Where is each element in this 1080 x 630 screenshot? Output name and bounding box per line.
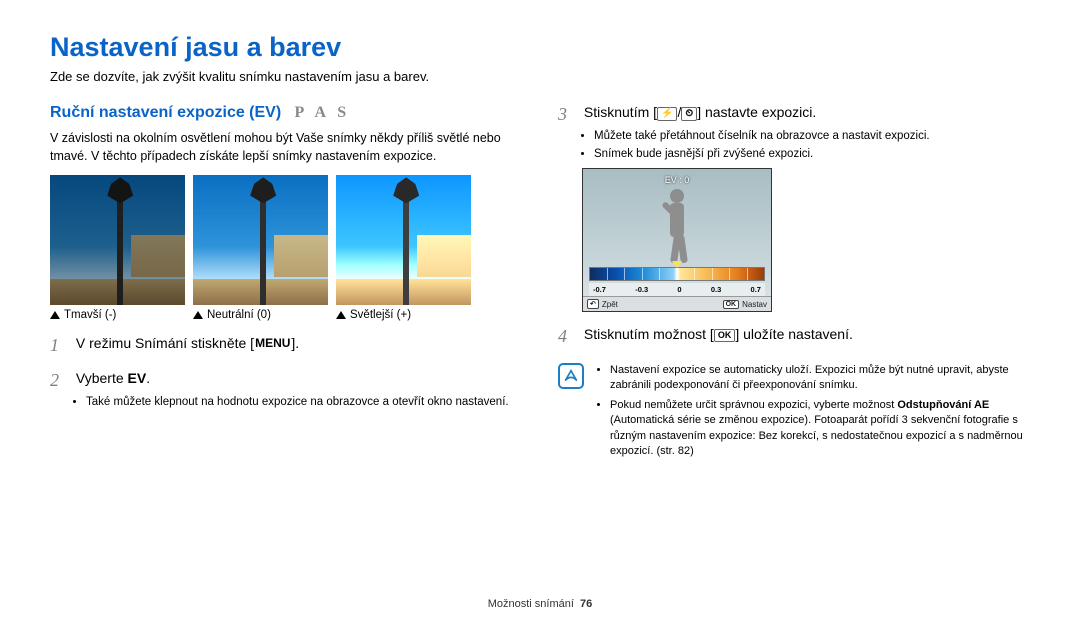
- note-item: Pokud nemůžete určit správnou expozici, …: [610, 398, 1030, 460]
- thumb-image: [193, 175, 328, 305]
- note-icon: [558, 363, 584, 389]
- ev-value-label: EV : 0: [583, 175, 771, 185]
- subhead-text: Ruční nastavení expozice (EV): [50, 104, 281, 121]
- back-group: ↶ Zpět: [587, 299, 618, 309]
- step4-pre: Stisknutím možnost [: [584, 326, 714, 342]
- ok-key-icon-inline: OK: [714, 329, 736, 342]
- tick-val: 0.7: [751, 285, 761, 294]
- step2-bold: EV: [128, 370, 147, 386]
- step1-pre: V režimu Snímání stiskněte [: [76, 335, 254, 351]
- bullet-item: Snímek bude jasnější při zvýšené expozic…: [594, 147, 1030, 163]
- ok-group: OK Nastav: [723, 299, 767, 309]
- thumb-image: [50, 175, 185, 305]
- section-description: V závislosti na okolním osvětlení mohou …: [50, 130, 522, 165]
- back-label: Zpět: [602, 300, 618, 309]
- step-number: 4: [558, 326, 580, 347]
- step-number: 1: [50, 335, 72, 356]
- section-subhead: Ruční nastavení expozice (EV) P A S: [50, 104, 522, 122]
- step3-pre: Stisknutím [: [584, 104, 657, 120]
- step-2-notes: Také můžete klepnout na hodnotu expozice…: [86, 395, 522, 411]
- camera-screen-mock: EV : 0 -0.7 -0.3 0 0.3 0.7 ↶ Zpět: [582, 168, 772, 312]
- note2a: Pokud nemůžete určit správnou expozici, …: [610, 399, 897, 411]
- step-text: Stisknutím [⚡/⏲] nastavte expozici.: [584, 104, 816, 120]
- step-4: 4 Stisknutím možnost [OK] uložíte nastav…: [558, 326, 1030, 347]
- step2-pre: Vyberte: [76, 370, 128, 386]
- triangle-up-icon: [336, 311, 346, 319]
- page-title: Nastavení jasu a barev: [50, 32, 1030, 63]
- footer-section: Možnosti snímání: [488, 598, 574, 610]
- caption-text: Tmavší (-): [64, 309, 116, 321]
- bullet-item: Můžete také přetáhnout číselník na obraz…: [594, 129, 1030, 145]
- note2bold: Odstupňování AE: [897, 399, 989, 411]
- back-arrow-icon: ↶: [587, 299, 599, 309]
- triangle-up-icon: [193, 311, 203, 319]
- note-list: Nastavení expozice se automaticky uloží.…: [594, 363, 1030, 463]
- left-column: Ruční nastavení expozice (EV) P A S V zá…: [50, 104, 522, 463]
- menu-key-icon: MENU: [254, 337, 291, 349]
- step-2: 2 Vyberte EV.: [50, 370, 522, 391]
- silhouette-icon: [654, 189, 700, 267]
- slider-pointer-icon: [672, 261, 682, 268]
- bullet-item: Také můžete klepnout na hodnotu expozice…: [86, 395, 522, 411]
- thumb-lighter: Světlejší (+): [336, 175, 471, 321]
- step-text: V režimu Snímání stiskněte [MENU].: [76, 335, 299, 351]
- page-footer: Možnosti snímání 76: [0, 598, 1080, 610]
- tick-val: -0.3: [635, 285, 648, 294]
- step4-post: ] uložíte nastavení.: [735, 326, 853, 342]
- tick-val: 0.3: [711, 285, 721, 294]
- caption-text: Světlejší (+): [350, 309, 411, 321]
- step1-post: ].: [291, 335, 299, 351]
- thumb-caption: Tmavší (-): [50, 309, 185, 321]
- step-number: 3: [558, 104, 580, 125]
- step-3-notes: Můžete také přetáhnout číselník na obraz…: [594, 129, 1030, 162]
- note-box: Nastavení expozice se automaticky uloží.…: [558, 363, 1030, 463]
- ok-key-icon: OK: [723, 300, 740, 309]
- note2b: (Automatická série se změnou expozice). …: [610, 414, 1023, 457]
- intro-text: Zde se dozvíte, jak zvýšit kvalitu snímk…: [50, 69, 1030, 84]
- timer-key-icon: ⏲: [681, 107, 697, 121]
- thumb-darker: Tmavší (-): [50, 175, 185, 321]
- footer-page-number: 76: [580, 598, 592, 610]
- step3-post: ] nastavte expozici.: [697, 104, 816, 120]
- ev-slider: [589, 267, 765, 281]
- triangle-up-icon: [50, 311, 60, 319]
- step-text: Stisknutím možnost [OK] uložíte nastaven…: [584, 326, 853, 342]
- step2-post: .: [146, 370, 150, 386]
- screen-bottom-bar: ↶ Zpět OK Nastav: [583, 296, 771, 311]
- ev-tick-values: -0.7 -0.3 0 0.3 0.7: [589, 283, 765, 296]
- flash-key-icon: ⚡: [657, 107, 677, 121]
- two-column-layout: Ruční nastavení expozice (EV) P A S V zá…: [50, 104, 1030, 463]
- step-text: Vyberte EV.: [76, 370, 150, 386]
- set-label: Nastav: [742, 300, 767, 309]
- step-number: 2: [50, 370, 72, 391]
- thumb-caption: Neutrální (0): [193, 309, 328, 321]
- thumb-image: [336, 175, 471, 305]
- caption-text: Neutrální (0): [207, 309, 271, 321]
- note-item: Nastavení expozice se automaticky uloží.…: [610, 363, 1030, 394]
- tick-val: -0.7: [593, 285, 606, 294]
- mode-indicators: P A S: [295, 104, 351, 121]
- right-column: 3 Stisknutím [⚡/⏲] nastavte expozici. Mů…: [558, 104, 1030, 463]
- thumb-caption: Světlejší (+): [336, 309, 471, 321]
- thumb-neutral: Neutrální (0): [193, 175, 328, 321]
- step-1: 1 V režimu Snímání stiskněte [MENU].: [50, 335, 522, 356]
- tick-val: 0: [677, 285, 681, 294]
- example-thumbnails: Tmavší (-) Neutrální (0) Světlejší (: [50, 175, 522, 321]
- step-3: 3 Stisknutím [⚡/⏲] nastavte expozici.: [558, 104, 1030, 125]
